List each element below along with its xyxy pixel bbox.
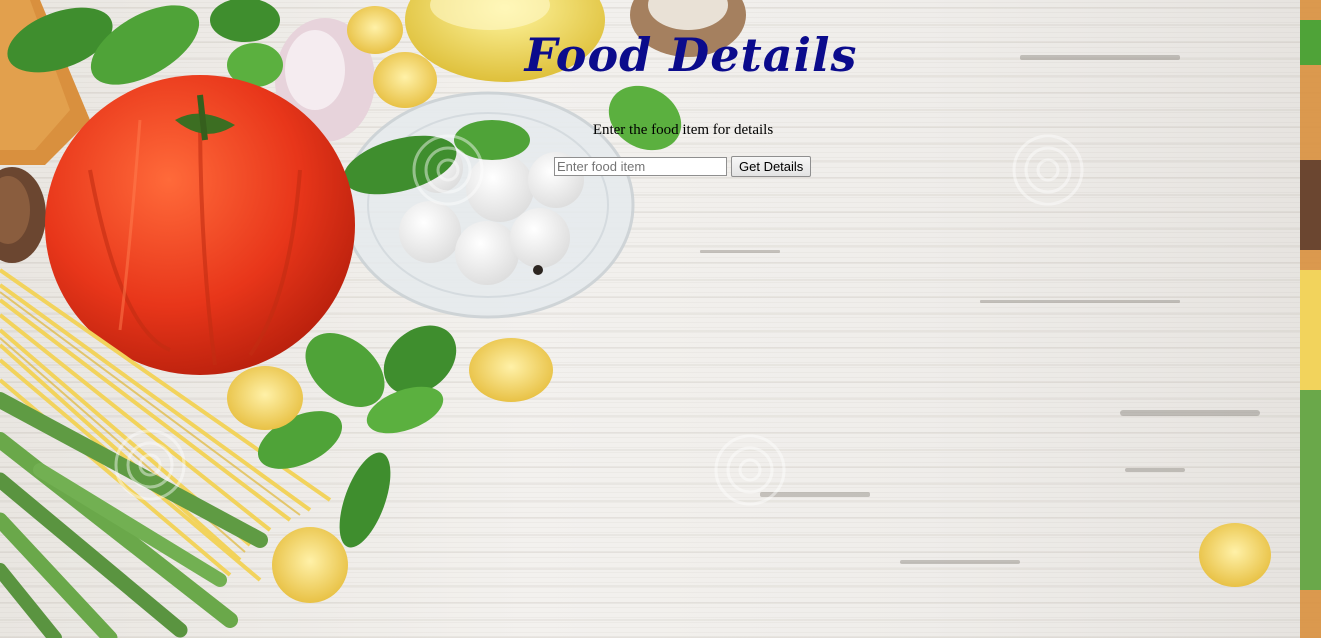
instruction-text: Enter the food item for details bbox=[592, 122, 774, 138]
page-content: Food Details Enter the food item for det… bbox=[0, 0, 1321, 638]
search-form: Get Details bbox=[554, 156, 812, 177]
page-title: Food Details bbox=[524, 28, 858, 82]
food-item-input[interactable] bbox=[554, 157, 727, 176]
get-details-button[interactable]: Get Details bbox=[731, 156, 812, 177]
